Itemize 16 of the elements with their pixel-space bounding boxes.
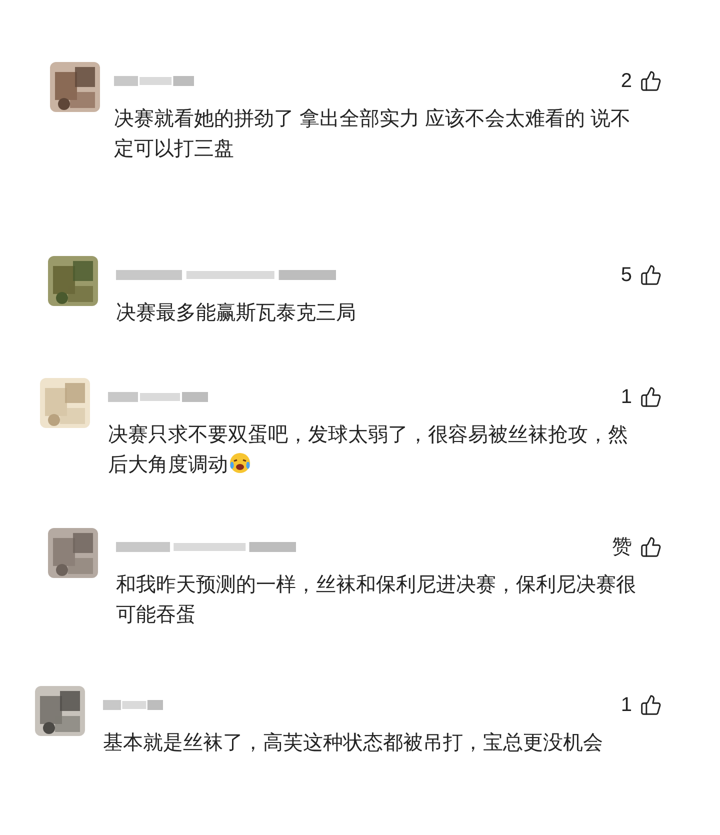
like-count: 1: [620, 693, 632, 718]
comment-text: 决赛只求不要双蛋吧，发球太弱了，很容易被丝袜抢攻，然后大角度调动: [108, 423, 629, 478]
thumbs-up-icon[interactable]: [640, 264, 662, 286]
comment-text: 决赛最多能赢斯瓦泰克三局: [116, 301, 357, 326]
comment-text: 基本就是丝袜了，高芙这种状态都被吊打，宝总更没机会: [103, 731, 604, 756]
comment-text: 决赛就看她的拼劲了 拿出全部实力 应该不会太难看的 说不定可以打三盘: [114, 107, 632, 162]
like-count: 赞: [612, 535, 632, 560]
like-count: 2: [620, 69, 632, 94]
thumbs-up-icon[interactable]: [640, 694, 662, 716]
blurred-username: [103, 698, 163, 712]
like-count: 5: [620, 263, 632, 288]
like-count: 1: [620, 385, 632, 410]
thumbs-up-icon[interactable]: [640, 70, 662, 92]
thumbs-up-icon[interactable]: [640, 536, 662, 558]
thumbs-up-icon[interactable]: [640, 386, 662, 408]
comment-text: 和我昨天预测的一样，丝袜和保利尼进决赛，保利尼决赛很可能吞蛋: [116, 573, 637, 628]
